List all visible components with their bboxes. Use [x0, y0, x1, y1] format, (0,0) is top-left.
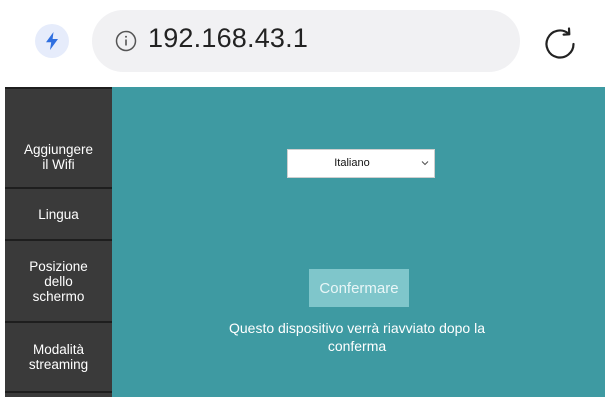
language-select[interactable]: Italiano — [287, 149, 435, 178]
quick-action-button[interactable] — [35, 24, 69, 58]
language-select-value: Italiano — [334, 157, 370, 169]
reload-icon[interactable] — [540, 24, 580, 64]
sidebar-menu: Aggiungere il Wifi Lingua Posizione dell… — [5, 87, 112, 397]
restart-notice: Questo dispositivo verrà riavviato dopo … — [228, 320, 486, 354]
sidebar-item-label: Aggiungere il Wifi — [23, 142, 94, 172]
page-content: Aggiungere il Wifi Lingua Posizione dell… — [0, 84, 605, 397]
main-panel: Italiano Confermare Questo dispositivo v… — [112, 87, 605, 397]
url-text[interactable]: 192.168.43.1 — [148, 23, 308, 54]
sidebar-item-add-wifi[interactable]: Aggiungere il Wifi — [5, 127, 112, 187]
address-bar[interactable]: 192.168.43.1 — [92, 10, 520, 72]
sidebar-item-language[interactable]: Lingua — [5, 189, 112, 239]
sidebar-item-label: Posizione dello schermo — [29, 258, 88, 304]
sidebar-divider — [5, 391, 112, 393]
info-icon[interactable] — [115, 30, 137, 52]
sidebar-item-streaming-mode[interactable]: Modalità streaming — [5, 323, 112, 391]
chevron-down-icon — [421, 161, 429, 166]
confirm-button[interactable]: Confermare — [309, 269, 409, 307]
sidebar-item-label: Modalità streaming — [28, 342, 89, 372]
sidebar-item-label: Lingua — [38, 206, 79, 222]
bolt-icon — [46, 32, 58, 50]
sidebar-item-screen-position[interactable]: Posizione dello schermo — [5, 241, 112, 321]
sidebar-divider — [5, 87, 112, 89]
browser-toolbar: 192.168.43.1 — [0, 0, 605, 84]
